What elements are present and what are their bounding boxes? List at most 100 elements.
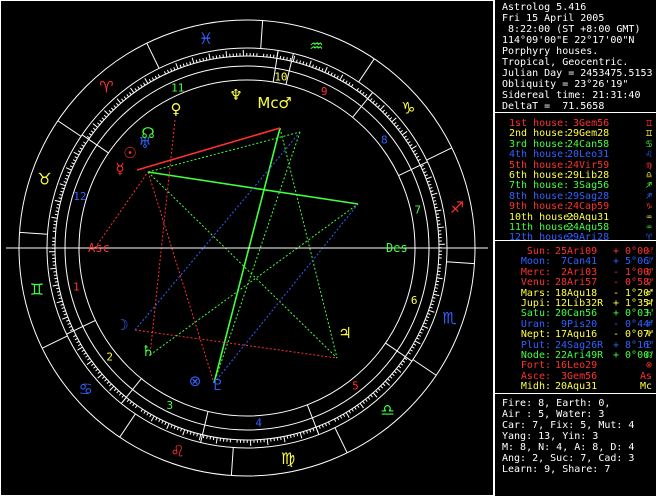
degree-tick bbox=[149, 414, 152, 418]
degree-tick bbox=[77, 346, 83, 351]
degree-tick bbox=[362, 400, 365, 404]
planet-glyph-icon: ☽ bbox=[115, 316, 128, 334]
degree-tick bbox=[148, 78, 152, 83]
planet-position: 20Can56 bbox=[555, 308, 598, 320]
degree-tick bbox=[419, 331, 423, 334]
degree-tick bbox=[330, 72, 333, 76]
header-line: 8:22:00 (ST +8:00 GMT) bbox=[502, 24, 641, 35]
sign-divider bbox=[119, 413, 136, 438]
sign-glyph-icon: ♐ bbox=[450, 198, 464, 217]
stats-line: Car: 7, Fix: 5, Mut: 4 bbox=[502, 420, 635, 431]
degree-tick bbox=[87, 357, 91, 361]
house-number: 12 bbox=[73, 190, 86, 203]
sign-glyph-icon: ♒ bbox=[309, 37, 323, 56]
house-position: 3Gem56 bbox=[567, 118, 610, 129]
degree-tick bbox=[73, 334, 77, 338]
planet-icon: ♅ bbox=[645, 318, 652, 330]
sign-glyph-icon: ♊ bbox=[30, 280, 44, 299]
sign-glyph-icon: ♋ bbox=[78, 380, 92, 399]
house-name: 5th house: bbox=[509, 159, 570, 171]
sign-divider bbox=[146, 42, 160, 69]
degree-tick bbox=[182, 63, 185, 67]
degree-tick bbox=[60, 303, 64, 306]
degree-tick bbox=[113, 105, 117, 109]
degree-tick bbox=[293, 434, 295, 438]
degree-tick bbox=[134, 88, 138, 92]
sign-icon: ♊ bbox=[645, 118, 652, 129]
sign-icon: ♊ bbox=[645, 128, 652, 140]
degree-tick bbox=[391, 117, 397, 123]
planet-glyph-icon: ♂ bbox=[278, 94, 291, 112]
degree-tick bbox=[61, 307, 65, 309]
degree-tick bbox=[182, 429, 186, 436]
degree-tick bbox=[327, 421, 331, 425]
degree-tick bbox=[225, 51, 228, 58]
planet-position: 7Can41 bbox=[555, 256, 598, 268]
info-panel: Astrolog 5.416 Fri 15 April 2005 8:22:00 … bbox=[494, 0, 656, 496]
asc-label: Asc bbox=[88, 241, 110, 255]
planet-name: Merc: bbox=[520, 266, 551, 278]
degree-tick bbox=[108, 109, 112, 113]
degree-tick bbox=[435, 209, 442, 212]
degree-tick bbox=[339, 415, 343, 419]
planet-row: Node: 22Ari49R + 0°00' bbox=[507, 350, 656, 361]
degree-tick bbox=[81, 349, 85, 352]
degree-tick bbox=[407, 351, 411, 355]
degree-tick bbox=[333, 73, 336, 78]
house-position: 20Leo31 bbox=[567, 149, 610, 161]
degree-tick bbox=[101, 376, 105, 380]
house-name: 2nd house: bbox=[509, 128, 570, 140]
degree-tick bbox=[90, 130, 94, 134]
sign-icon: ♈ bbox=[645, 232, 652, 244]
degree-tick bbox=[97, 371, 101, 374]
house-row: 10th house:20Aqu31 bbox=[509, 212, 609, 223]
aspect-line bbox=[213, 203, 359, 384]
planet-position: 20Aqu31 bbox=[555, 381, 598, 393]
degree-tick bbox=[311, 64, 314, 68]
degree-tick bbox=[81, 144, 85, 147]
degree-tick bbox=[345, 412, 350, 418]
degree-tick bbox=[56, 300, 63, 304]
degree-tick bbox=[428, 183, 432, 186]
planet-name: Fort: bbox=[520, 360, 551, 372]
house-position: 20Aqu31 bbox=[567, 211, 610, 223]
aspect-line bbox=[134, 329, 338, 359]
degree-tick bbox=[54, 199, 61, 203]
degree-tick bbox=[97, 373, 103, 379]
house-row: 12th house:29Ari28 bbox=[509, 232, 609, 243]
degree-tick bbox=[129, 92, 132, 96]
house-number: 6 bbox=[411, 294, 418, 307]
planet-name: Plut: bbox=[520, 339, 551, 351]
degree-tick bbox=[364, 398, 368, 402]
degree-tick bbox=[50, 267, 57, 270]
degree-tick bbox=[436, 280, 440, 283]
house-row: 6th house:29Lib28 bbox=[509, 170, 609, 181]
house-name: 8th house: bbox=[509, 190, 570, 202]
degree-tick bbox=[154, 75, 158, 79]
degree-tick bbox=[58, 197, 62, 200]
degree-tick bbox=[375, 390, 379, 394]
degree-tick bbox=[372, 100, 376, 104]
degree-tick bbox=[189, 61, 192, 65]
stats-line: M: 8, N: 4, A: 8, D: 4 bbox=[502, 442, 635, 453]
degree-tick bbox=[432, 296, 436, 299]
degree-tick bbox=[308, 60, 312, 67]
planet-name: Node: bbox=[520, 350, 551, 361]
degree-tick bbox=[212, 437, 215, 441]
degree-tick bbox=[305, 62, 308, 66]
degree-tick bbox=[414, 340, 421, 345]
degree-tick bbox=[393, 122, 397, 125]
degree-tick bbox=[101, 117, 105, 121]
degree-tick bbox=[432, 196, 436, 199]
degree-tick bbox=[342, 413, 346, 418]
degree-tick bbox=[155, 417, 158, 421]
degree-tick bbox=[118, 392, 122, 396]
degree-tick bbox=[427, 312, 431, 315]
degree-tick bbox=[103, 114, 107, 118]
degree-tick bbox=[121, 98, 124, 102]
des-label: Des bbox=[386, 241, 408, 255]
degree-tick bbox=[163, 71, 167, 75]
degree-tick bbox=[73, 151, 80, 156]
planet-glyph-icon: ☉ bbox=[123, 144, 136, 162]
planet-row: Moon: 7Can41 + 5°06' bbox=[507, 256, 656, 267]
